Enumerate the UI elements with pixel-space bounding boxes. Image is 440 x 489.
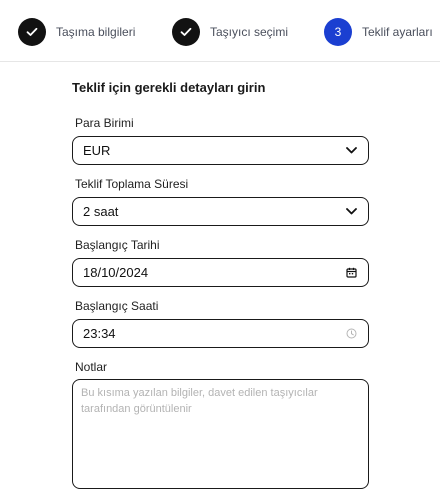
notes-label: Notlar (75, 360, 108, 374)
step-number: 3 (324, 18, 352, 46)
notes-placeholder: Bu kısıma yazılan bilgiler, davet edilen… (81, 387, 318, 415)
start-date-value: 18/10/2024 (83, 265, 149, 280)
currency-value: EUR (83, 143, 111, 158)
notes-textarea[interactable]: Bu kısıma yazılan bilgiler, davet edilen… (72, 379, 369, 489)
step-label: Taşıyıcı seçimi (210, 25, 289, 39)
chevron-down-icon (344, 144, 358, 158)
chevron-down-icon (344, 205, 358, 219)
step-label: Teklif ayarları (362, 25, 433, 39)
start-time-input[interactable]: 23:34 (72, 319, 369, 348)
step-transport-info[interactable]: Taşıma bilgileri (18, 18, 135, 46)
clock-icon[interactable] (344, 327, 358, 341)
step-offer-settings[interactable]: 3 Teklif ayarları (324, 18, 433, 46)
check-icon (172, 18, 200, 46)
currency-select[interactable]: EUR (72, 136, 369, 165)
start-time-value: 23:34 (83, 326, 116, 341)
duration-select[interactable]: 2 saat (72, 197, 369, 226)
currency-label: Para Birimi (75, 116, 134, 130)
start-time-label: Başlangıç Saati (75, 299, 159, 313)
form-title: Teklif için gerekli detayları girin (72, 80, 266, 95)
start-date-label: Başlangıç Tarihi (75, 238, 160, 252)
duration-label: Teklif Toplama Süresi (75, 177, 189, 191)
step-carrier-selection[interactable]: Taşıyıcı seçimi (172, 18, 288, 46)
start-date-input[interactable]: 18/10/2024 (72, 258, 369, 287)
duration-value: 2 saat (83, 204, 119, 219)
calendar-icon[interactable] (344, 266, 358, 280)
check-icon (18, 18, 46, 46)
stepper: Taşıma bilgileri Taşıyıcı seçimi 3 Tekli… (0, 0, 440, 62)
step-label: Taşıma bilgileri (56, 25, 136, 39)
